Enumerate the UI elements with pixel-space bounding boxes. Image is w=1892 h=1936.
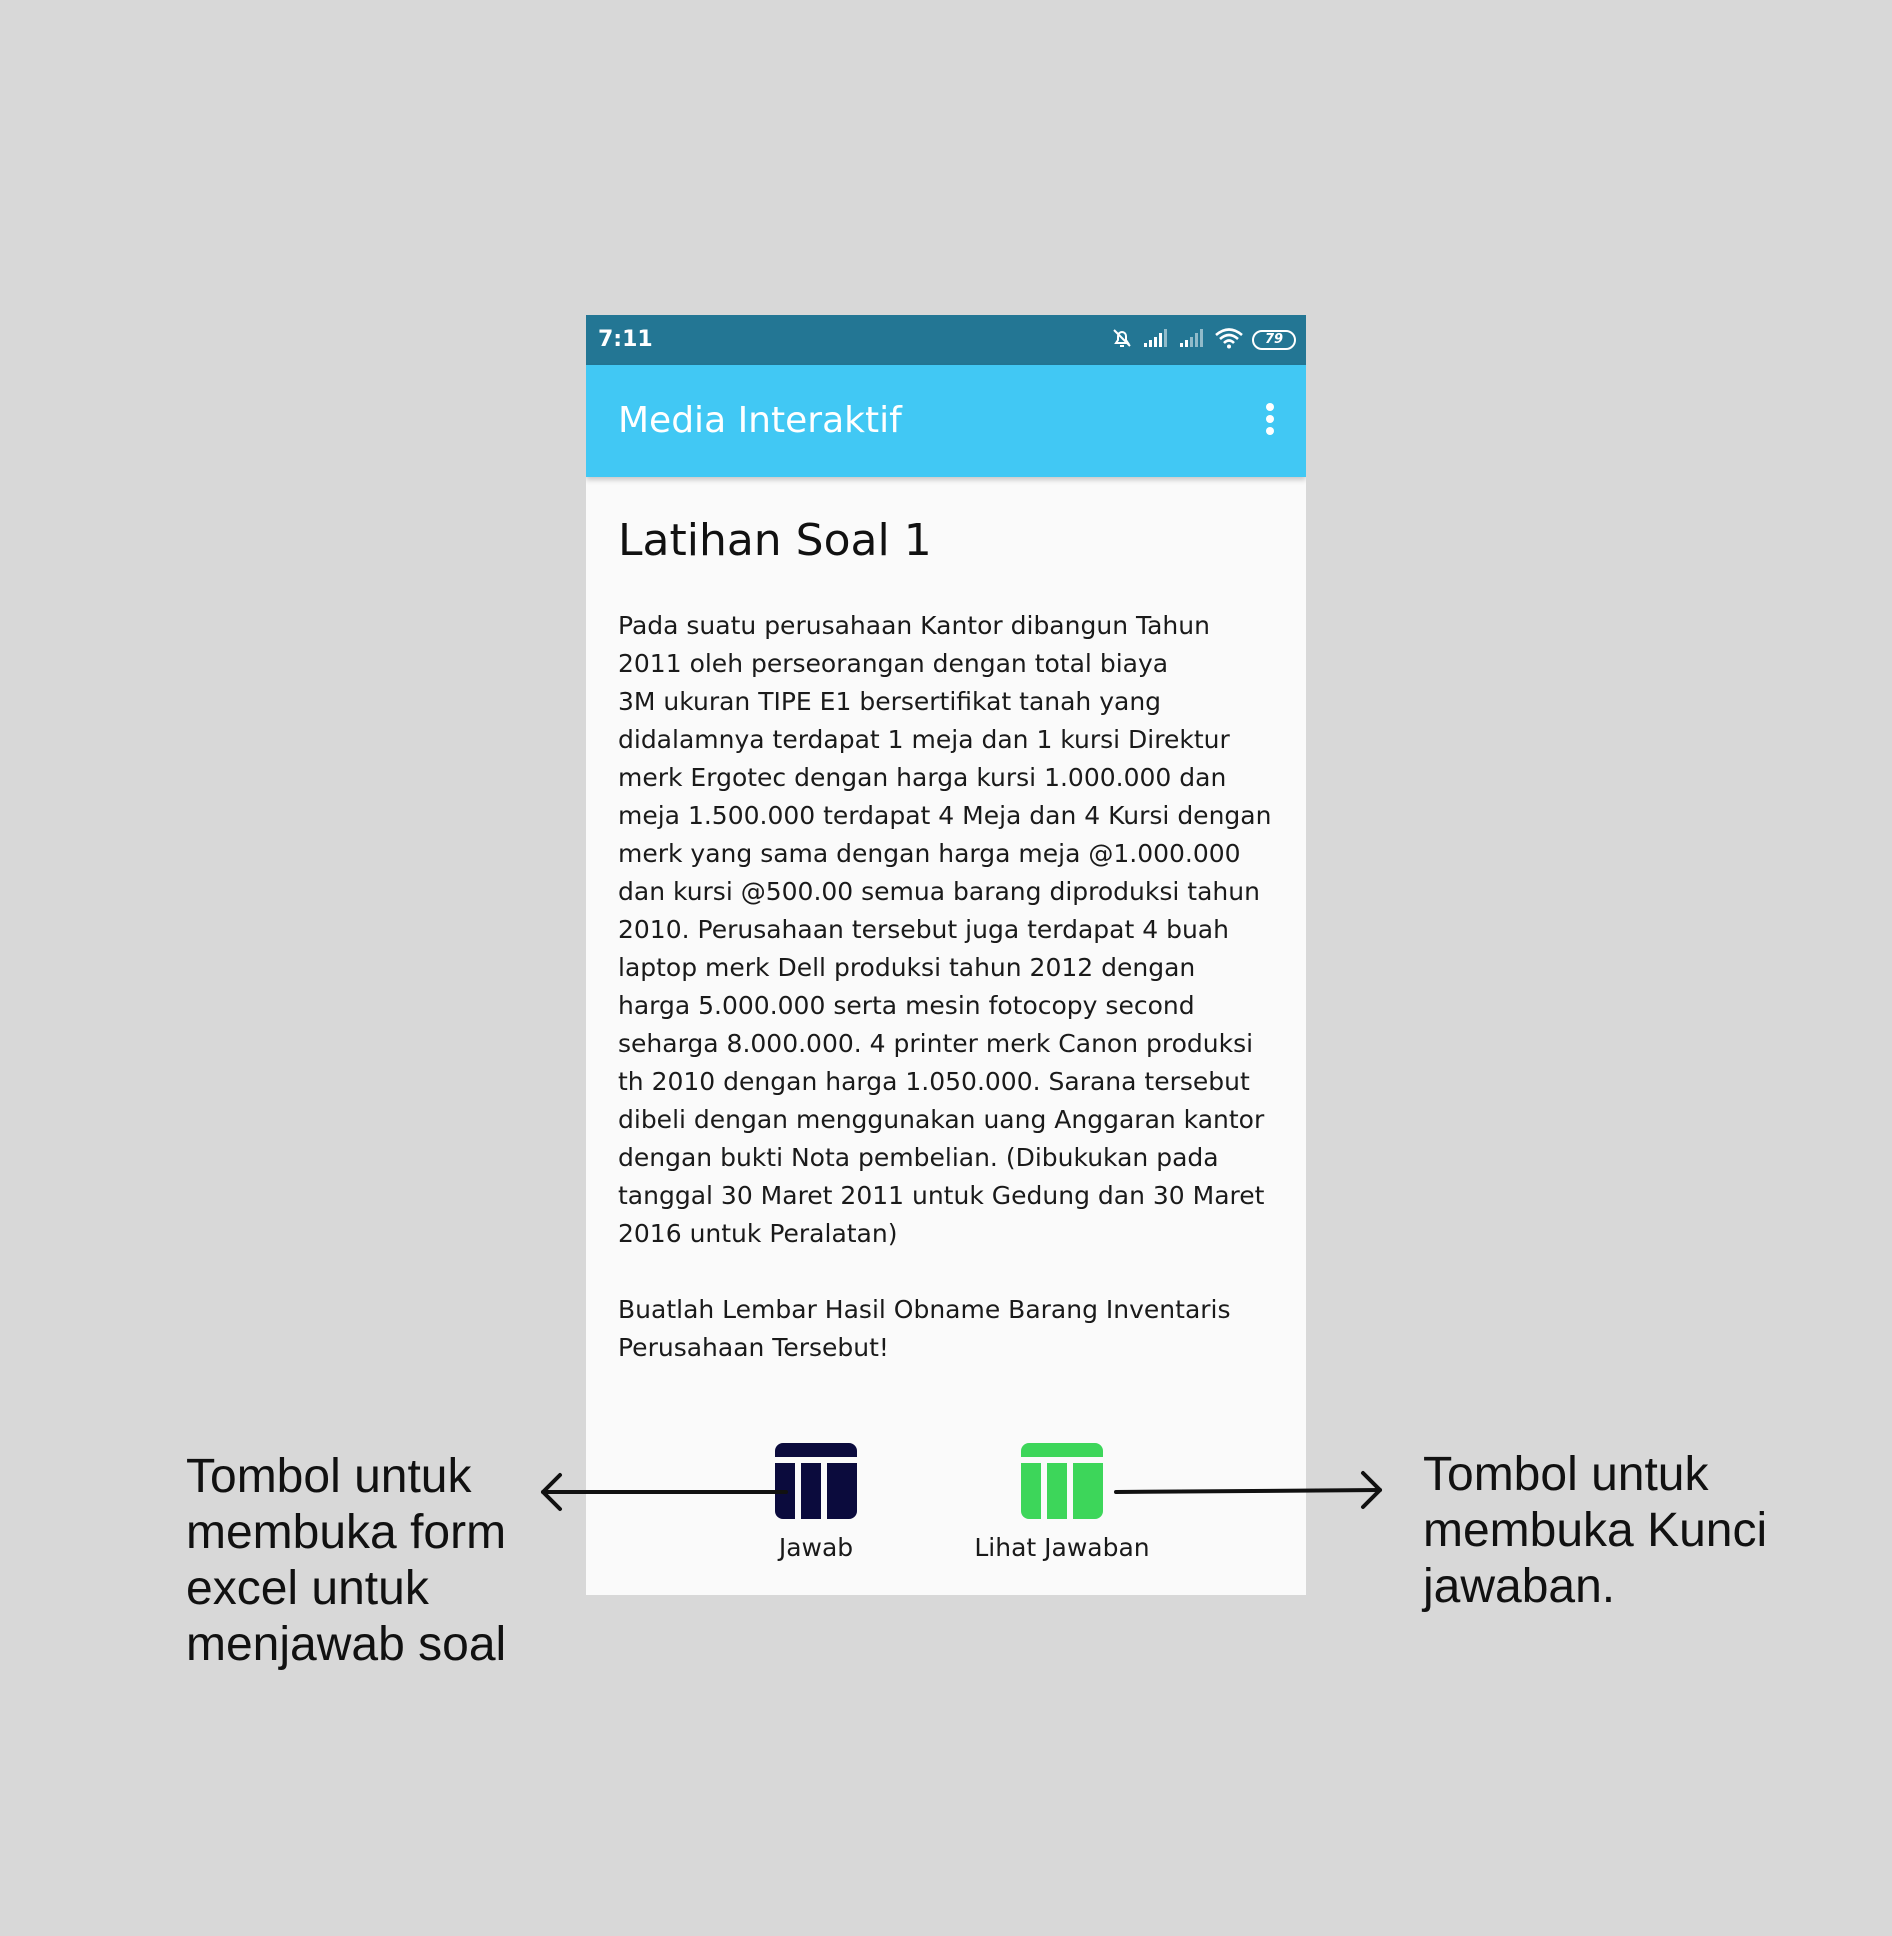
signal-icon <box>1142 327 1170 353</box>
page-title: Latihan Soal 1 <box>618 515 932 566</box>
instruction-text: Buatlah Lembar Hasil Obname Barang Inven… <box>618 1295 1231 1362</box>
table-icon <box>1021 1443 1103 1519</box>
overflow-menu-icon[interactable] <box>1264 403 1276 439</box>
lihat-jawaban-label: Lihat Jawaban <box>974 1533 1150 1562</box>
app-bar: Media Interaktif <box>586 365 1306 477</box>
phone-screen: 7:11 79 Media Interaktif Latihan Soal 1 … <box>586 315 1306 1595</box>
status-time: 7:11 <box>598 327 653 352</box>
callout-jawab: Tombol untuk membuka form excel untuk me… <box>186 1450 507 1671</box>
jawab-button[interactable]: Jawab <box>734 1443 898 1563</box>
signal-icon <box>1178 327 1206 353</box>
callout-lihat-jawaban: Tombol untuk membuka Kunci jawaban. <box>1423 1448 1768 1613</box>
question-text: Pada suatu perusahaan Kantor dibangun Ta… <box>618 611 1272 1248</box>
status-bar: 7:11 79 <box>586 315 1306 365</box>
status-icons: 79 <box>1110 326 1296 354</box>
wifi-icon <box>1214 327 1244 353</box>
table-icon <box>775 1443 857 1519</box>
battery-icon: 79 <box>1252 330 1296 350</box>
jawab-label: Jawab <box>778 1533 854 1562</box>
battery-level: 79 <box>1264 332 1284 347</box>
mute-bell-icon <box>1110 326 1134 354</box>
lihat-jawaban-button[interactable]: Lihat Jawaban <box>952 1443 1172 1563</box>
app-title: Media Interaktif <box>618 400 902 441</box>
question-content: Latihan Soal 1 Pada suatu perusahaan Kan… <box>618 515 1278 1367</box>
